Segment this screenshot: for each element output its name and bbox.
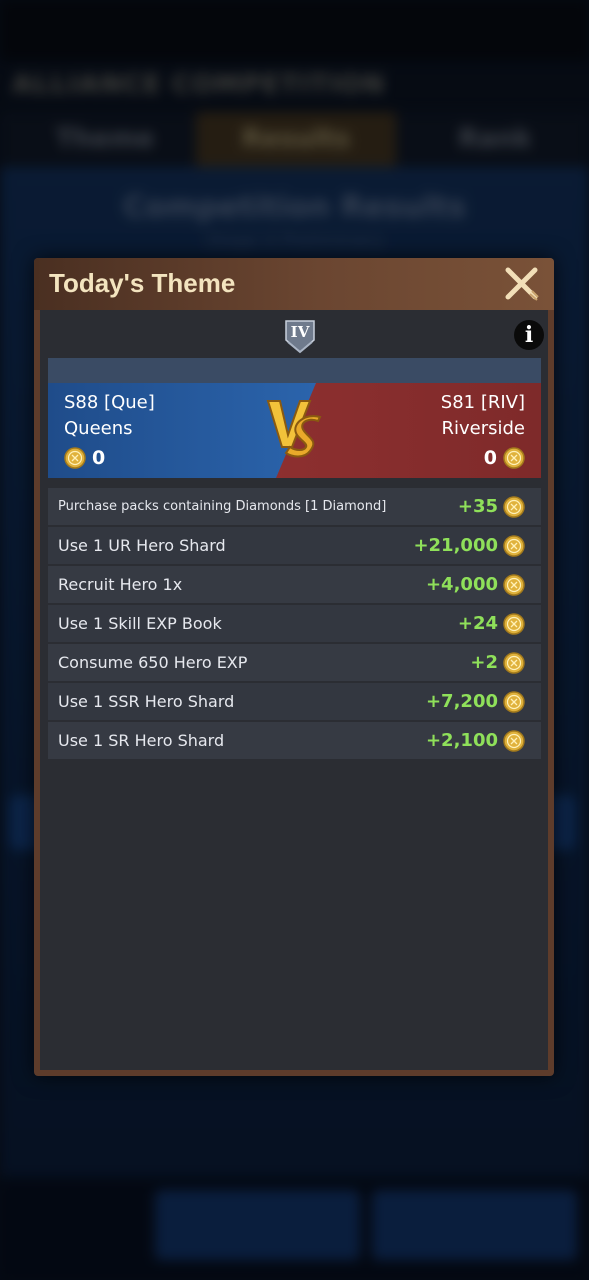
task-points: +24 [458,605,525,642]
versus-panel: S88 [Que] Queens 0 S81 [RIV] Riverside 0 [48,383,541,478]
task-points-value: +7,200 [425,691,498,712]
modal-title: Today's Theme [49,268,236,298]
close-button[interactable] [502,264,542,304]
team-right-score-value: 0 [483,447,497,469]
coin-icon [503,447,525,469]
team-right-name: Riverside [441,418,525,439]
coin-icon [503,729,525,752]
team-right-server: S81 [RIV] [440,392,525,413]
task-row: Use 1 UR Hero Shard +21,000 [48,527,541,564]
vs-emblem-icon [266,400,322,458]
team-left-score: 0 [64,447,105,469]
task-points: +7,200 [426,683,525,720]
task-label: Recruit Hero 1x [58,575,183,594]
coin-icon [503,534,525,557]
task-label: Consume 650 Hero EXP [58,653,248,672]
versus-header-strip [48,358,541,383]
team-left-score-value: 0 [92,447,106,469]
task-list: Purchase packs containing Diamonds [1 Di… [48,488,541,761]
team-left-name: Queens [64,418,133,439]
task-points-value: +35 [457,496,498,517]
task-label: Purchase packs containing Diamonds [1 Di… [58,499,387,514]
info-button[interactable]: i [514,320,544,350]
coin-icon [503,573,525,596]
info-icon: i [524,322,534,348]
task-label: Use 1 UR Hero Shard [58,536,226,555]
team-left: S88 [Que] Queens [64,390,155,442]
task-row: Use 1 SSR Hero Shard +7,200 [48,683,541,720]
task-row: Use 1 SR Hero Shard +2,100 [48,722,541,759]
tier-shield-icon: IV [285,320,315,354]
coin-icon [503,651,525,674]
task-label: Use 1 SR Hero Shard [58,731,225,750]
tier-label: IV [291,323,310,341]
coin-icon [64,447,86,469]
task-points: +2 [470,644,525,681]
task-label: Use 1 SSR Hero Shard [58,692,235,711]
task-points-value: +2,100 [425,730,498,751]
modal-body: IV i S88 [Que] Queens 0 S81 [RIV] Rivers… [40,310,548,1070]
task-label: Use 1 Skill EXP Book [58,614,222,633]
close-icon [505,267,539,301]
tier-badge: IV [284,318,316,354]
team-right-score: 0 [484,447,525,469]
task-row: Use 1 Skill EXP Book +24 [48,605,541,642]
task-points-value: +2 [470,652,498,673]
task-points: +35 [458,488,525,525]
team-right: S81 [RIV] Riverside [441,390,525,442]
coin-icon [503,495,525,518]
team-left-server: S88 [Que] [64,392,155,413]
coin-icon [503,612,525,635]
task-points: +21,000 [413,527,525,564]
modal-header: Today's Theme [34,258,554,310]
task-row: Recruit Hero 1x +4,000 [48,566,541,603]
coin-icon [503,690,525,713]
task-row: Purchase packs containing Diamonds [1 Di… [48,488,541,525]
task-points-value: +21,000 [413,535,498,556]
task-points-value: +24 [457,613,498,634]
task-points-value: +4,000 [425,574,498,595]
task-row: Consume 650 Hero EXP +2 [48,644,541,681]
task-points: +4,000 [426,566,525,603]
task-points: +2,100 [426,722,525,759]
todays-theme-modal: Today's Theme IV i S88 [Que] Queens 0 S8… [34,258,554,1076]
